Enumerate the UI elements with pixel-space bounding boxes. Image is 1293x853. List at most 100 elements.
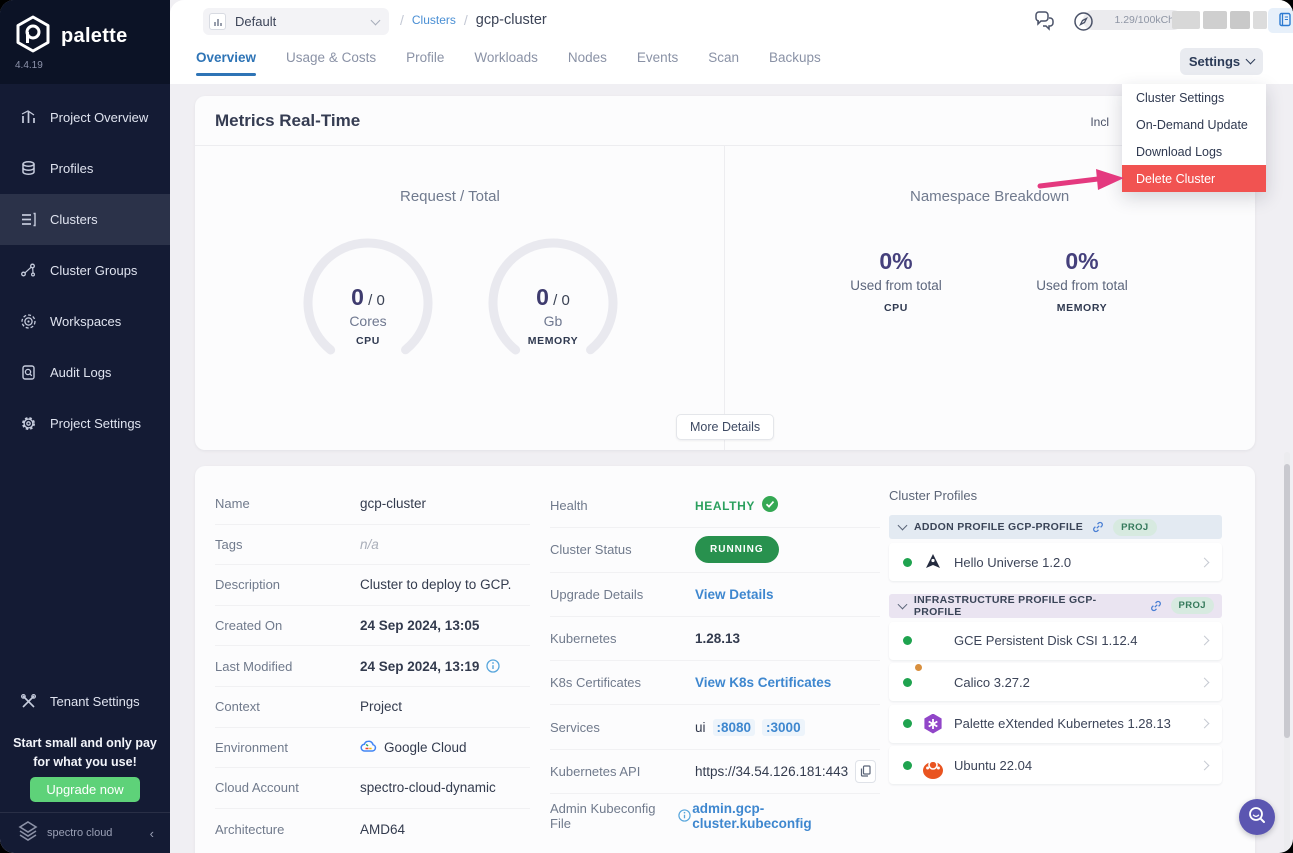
cpu-caption: CPU — [303, 335, 433, 347]
sidebar-item-profiles[interactable]: Profiles — [0, 143, 170, 194]
compass-icon[interactable] — [1073, 11, 1094, 32]
meta-row-context: Context Project — [215, 687, 530, 728]
chevron-down-icon — [898, 521, 908, 531]
bar-chart-icon — [20, 109, 37, 126]
namespace-cpu-stat: 0% Used from total CPU — [816, 248, 976, 314]
project-selector[interactable]: Default — [203, 8, 389, 35]
sidebar-item-audit-logs[interactable]: Audit Logs — [0, 347, 170, 398]
tab-scan[interactable]: Scan — [708, 40, 739, 79]
breadcrumb-link-clusters[interactable]: Clusters — [412, 13, 456, 27]
meta-row-environment: Environment Google Cloud — [215, 728, 530, 769]
service-port-link[interactable]: :3000 — [762, 719, 805, 736]
row-value: AMD64 — [360, 822, 405, 837]
breadcrumb-current: gcp-cluster — [476, 12, 547, 28]
tab-nodes[interactable]: Nodes — [568, 40, 607, 79]
pack-name: Calico 3.27.2 — [954, 675, 1190, 690]
gear-icon — [20, 415, 37, 432]
clusters-icon — [20, 211, 37, 228]
link-icon — [1091, 520, 1105, 534]
usage-quota-pill[interactable]: 1.29/100kCh — [1083, 10, 1183, 30]
kubeconfig-download-link[interactable]: admin.gcp-cluster.kubeconfig — [692, 801, 880, 831]
row-label: Admin Kubeconfig File — [550, 801, 673, 831]
profile-group-infrastructure[interactable]: INFRASTRUCTURE PROFILE GCP-PROFILE PROJ — [889, 594, 1222, 618]
tab-workloads[interactable]: Workloads — [474, 40, 538, 79]
pack-name: Ubuntu 22.04 — [954, 758, 1190, 773]
tab-profile[interactable]: Profile — [406, 40, 444, 79]
feedback-chat-icon[interactable] — [1032, 9, 1056, 33]
user-menu-redacted[interactable] — [1203, 11, 1227, 29]
service-name: ui — [695, 720, 706, 735]
settings-button[interactable]: Settings — [1180, 48, 1263, 75]
cluster-info-card: Name gcp-cluster Tags n/a Description Cl… — [195, 466, 1255, 853]
sidebar-item-label: Audit Logs — [50, 365, 111, 380]
row-label: Upgrade Details — [550, 587, 695, 602]
health-value: HEALTHY — [695, 499, 755, 513]
sidebar-item-cluster-groups[interactable]: Cluster Groups — [0, 245, 170, 296]
sidebar-item-workspaces[interactable]: Workspaces — [0, 296, 170, 347]
help-widget-button[interactable] — [1239, 799, 1275, 835]
tab-overview[interactable]: Overview — [196, 40, 256, 79]
user-menu-redacted[interactable] — [1230, 11, 1250, 29]
tab-usage-costs[interactable]: Usage & Costs — [286, 40, 376, 79]
view-details-link[interactable]: View Details — [695, 587, 774, 602]
menu-item-on-demand-update[interactable]: On-Demand Update — [1122, 111, 1266, 138]
hello-universe-icon — [923, 552, 943, 572]
row-label: Description — [215, 577, 360, 592]
status-dot — [903, 678, 912, 687]
pack-row-calico[interactable]: Calico 3.27.2 — [889, 663, 1222, 701]
service-port-link[interactable]: :8080 — [713, 719, 756, 736]
memory-unit: Gb — [488, 313, 618, 329]
cluster-meta-column: Name gcp-cluster Tags n/a Description Cl… — [215, 484, 530, 849]
tab-backups[interactable]: Backups — [769, 40, 821, 79]
info-icon[interactable] — [486, 659, 500, 673]
status-row-api: Kubernetes API https://34.54.126.181:443 — [550, 750, 880, 794]
pack-row-ubuntu[interactable]: Ubuntu 22.04 — [889, 746, 1222, 784]
pack-row-pxk[interactable]: Palette eXtended Kubernetes 1.28.13 — [889, 705, 1222, 743]
row-value: spectro-cloud-dynamic — [360, 780, 496, 795]
info-icon[interactable] — [678, 809, 692, 823]
pack-row-hello-universe[interactable]: Hello Universe 1.2.0 — [889, 543, 1222, 581]
row-label: Kubernetes API — [550, 764, 695, 779]
sidebar-item-project-overview[interactable]: Project Overview — [0, 92, 170, 143]
row-label: Health — [550, 498, 695, 513]
upgrade-now-button[interactable]: Upgrade now — [30, 777, 140, 802]
pack-row-gce-disk[interactable]: GCE Persistent Disk CSI 1.12.4 — [889, 622, 1222, 660]
cpu-gauge: 0 / 0 Cores CPU — [303, 238, 433, 373]
breadcrumb: / Clusters / gcp-cluster — [400, 12, 547, 28]
status-dot — [903, 719, 912, 728]
sidebar-item-label: Project Settings — [50, 416, 141, 431]
docs-button[interactable]: Docs — [1268, 8, 1293, 33]
sidebar-item-clusters[interactable]: Clusters — [0, 194, 170, 245]
profile-group-addon[interactable]: ADDON PROFILE GCP-PROFILE PROJ — [889, 515, 1222, 539]
api-endpoint-value: https://34.54.126.181:443 — [695, 764, 848, 779]
row-value: Google Cloud — [384, 740, 467, 755]
logo-block: palette 4.4.19 — [0, 0, 170, 84]
more-details-button[interactable]: More Details — [676, 414, 774, 440]
audit-doc-icon — [20, 364, 37, 381]
row-label: Kubernetes — [550, 631, 695, 646]
status-row-certificates: K8s Certificates View K8s Certificates — [550, 661, 880, 705]
tab-events[interactable]: Events — [637, 40, 678, 79]
sidebar-nav: Project Overview Profiles Clusters Clust… — [0, 92, 170, 449]
sidebar-item-tenant-settings[interactable]: Tenant Settings — [0, 678, 170, 724]
collapse-sidebar-icon[interactable]: ‹ — [150, 826, 154, 841]
row-value: gcp-cluster — [360, 496, 426, 511]
status-row-kubeconfig: Admin Kubeconfig File admin.gcp-cluster.… — [550, 794, 880, 838]
copy-icon[interactable] — [855, 760, 876, 783]
user-menu-redacted[interactable] — [1172, 11, 1200, 29]
user-menu-redacted[interactable] — [1253, 11, 1267, 29]
menu-item-cluster-settings[interactable]: Cluster Settings — [1122, 84, 1266, 111]
sidebar-item-project-settings[interactable]: Project Settings — [0, 398, 170, 449]
namespace-memory-caption: MEMORY — [1002, 302, 1162, 314]
cpu-total-value: / 0 — [368, 292, 385, 309]
menu-item-delete-cluster[interactable]: Delete Cluster — [1122, 165, 1266, 192]
menu-item-download-logs[interactable]: Download Logs — [1122, 138, 1266, 165]
version-label: 4.4.19 — [15, 60, 43, 71]
link-icon — [1149, 599, 1163, 613]
row-label: Services — [550, 720, 695, 735]
page-scrollbar-thumb[interactable] — [1284, 464, 1290, 738]
view-certificates-link[interactable]: View K8s Certificates — [695, 675, 831, 690]
cpu-unit: Cores — [303, 313, 433, 329]
cluster-status-column: Health HEALTHY Cluster Status RUNNING Up… — [550, 484, 880, 838]
memory-gauge: 0 / 0 Gb MEMORY — [488, 238, 618, 373]
